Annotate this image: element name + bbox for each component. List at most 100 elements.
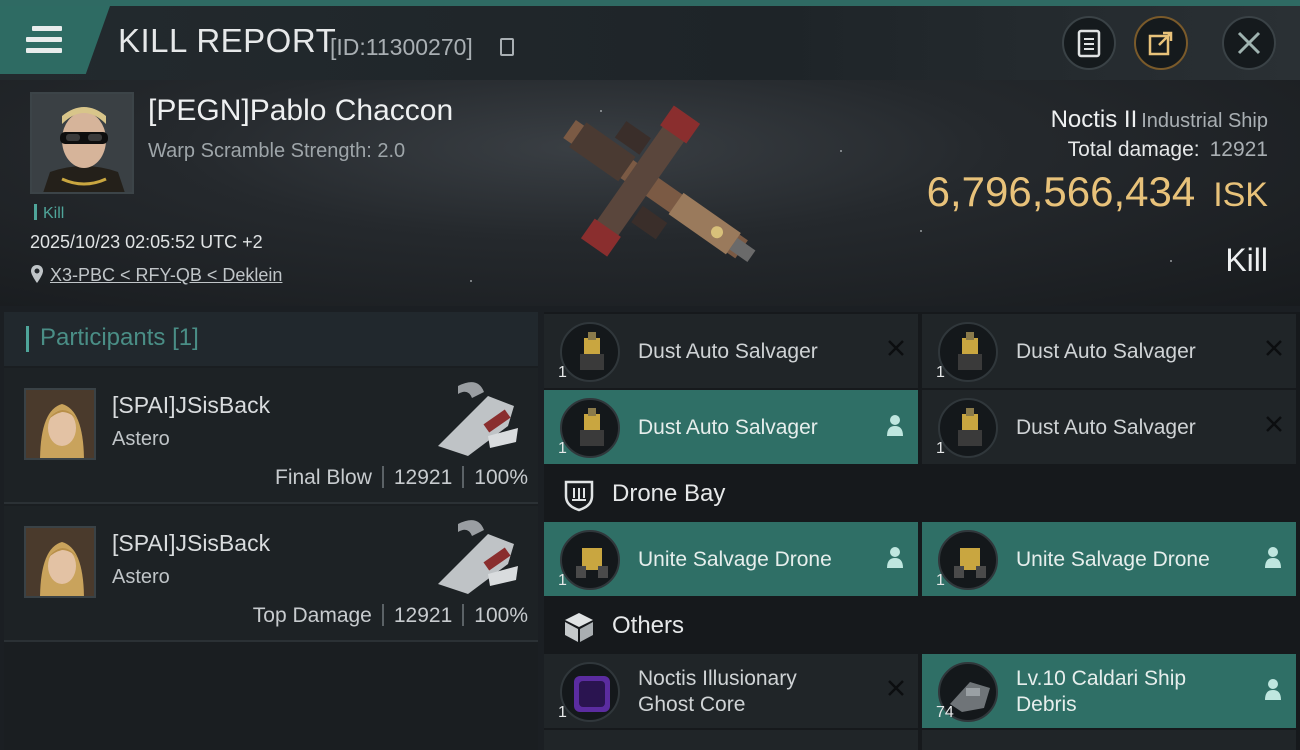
- result-label: Kill: [1225, 242, 1268, 278]
- cargo-slot-partial[interactable]: [544, 730, 918, 750]
- notes-button[interactable]: [1062, 16, 1116, 70]
- ship-render: [563, 105, 756, 263]
- share-button[interactable]: [1134, 16, 1188, 70]
- item-qty: 74: [936, 704, 954, 721]
- salvager-icon: [938, 398, 998, 458]
- cargo-slot[interactable]: 1 Noctis Illusionary Ghost Core: [544, 654, 918, 728]
- ship-class: Industrial Ship: [1141, 110, 1268, 132]
- drone-slot[interactable]: 1 Unite Salvage Drone: [922, 522, 1296, 596]
- participant-avatar[interactable]: [24, 388, 96, 460]
- others-header: Others: [544, 598, 1300, 654]
- cargo-slot-partial[interactable]: [922, 730, 1296, 750]
- item-name-line2: Debris: [1016, 693, 1077, 716]
- drone-bay-icon: [564, 480, 594, 512]
- item-name: Dust Auto Salvager: [1016, 340, 1196, 363]
- item-name: Unite Salvage Drone: [1016, 548, 1210, 571]
- item-slot[interactable]: 1 Dust Auto Salvager: [922, 390, 1296, 464]
- drone-bay-title: Drone Bay: [612, 480, 726, 507]
- destroyed-icon: [888, 680, 904, 696]
- dropped-person-icon: [1265, 547, 1281, 568]
- location-pin-icon: [31, 265, 43, 283]
- total-damage-value: 12921: [1209, 138, 1268, 161]
- item-name: Dust Auto Salvager: [638, 416, 818, 439]
- warp-scramble-strength: Warp Scramble Strength: 2.0: [148, 140, 406, 162]
- participant-row[interactable]: [SPAI]JSisBack Astero Final Blow 12921 100…: [4, 368, 538, 504]
- isk-unit: ISK: [1213, 176, 1268, 214]
- item-name: Noctis Illusionary Ghost Core: [638, 666, 797, 718]
- participant-name[interactable]: [SPAI]JSisBack: [112, 392, 270, 419]
- drone-bay-header: Drone Bay: [544, 466, 1300, 522]
- cargo-slot[interactable]: 74 Lv.10 Caldari Ship Debris: [922, 654, 1296, 728]
- item-name-line2: Ghost Core: [638, 693, 746, 716]
- isk-amount: 6,796,566,434: [926, 168, 1196, 215]
- participants-title-text: Participants: [40, 324, 166, 351]
- salvager-icon: [560, 322, 620, 382]
- victim-panel: [PEGN]Pablo Chaccon Warp Scramble Streng…: [0, 80, 1300, 306]
- participant-ship-icon: [438, 382, 518, 456]
- item-slot[interactable]: 1 Dust Auto Salvager: [922, 314, 1296, 388]
- ghost-core-icon: [560, 662, 620, 722]
- hamburger-icon: [26, 26, 62, 54]
- kill-tag-label: Kill: [43, 205, 65, 222]
- participant-row[interactable]: [SPAI]JSisBack Astero Top Damage 12921 100…: [4, 506, 538, 642]
- participant-percent: 100%: [474, 604, 528, 627]
- salvage-drone-icon: [938, 530, 998, 590]
- participant-avatar[interactable]: [24, 526, 96, 598]
- dropped-person-icon: [887, 547, 903, 568]
- location-link[interactable]: X3-PBC < RFY-QB < Deklein: [50, 265, 282, 285]
- item-name-line1: Noctis Illusionary: [638, 667, 797, 690]
- drone-slot[interactable]: 1 Unite Salvage Drone: [544, 522, 918, 596]
- cargo-box-icon: [565, 613, 593, 642]
- page-title: KILL REPORT: [118, 22, 337, 59]
- participant-stats: Final Blow 12921 100%: [275, 466, 528, 490]
- kill-datetime: 2025/10/23 02:05:52 UTC +2: [30, 232, 263, 252]
- clipboard-icon: [1077, 29, 1101, 58]
- item-qty: 1: [936, 440, 945, 457]
- item-qty: 1: [558, 704, 567, 721]
- items-panel: 1 Dust Auto Salvager 1 Dust Auto Salvage…: [544, 312, 1300, 750]
- item-qty: 1: [558, 572, 567, 589]
- participants-count: [1]: [172, 324, 199, 351]
- participant-damage: 12921: [393, 604, 453, 627]
- participant-damage: 12921: [393, 466, 453, 489]
- item-name: Lv.10 Caldari Ship Debris: [1016, 666, 1186, 718]
- item-name: Dust Auto Salvager: [1016, 416, 1196, 439]
- share-icon: [1148, 31, 1173, 56]
- close-button[interactable]: [1222, 16, 1276, 70]
- victim-portrait[interactable]: [30, 92, 134, 194]
- header-bar: KILL REPORT [ID:11300270]: [0, 6, 1300, 80]
- participant-stats: Top Damage 12921 100%: [253, 604, 528, 628]
- destroyed-icon: [1266, 416, 1282, 432]
- copy-id-icon[interactable]: [500, 38, 514, 56]
- item-slot[interactable]: 1 Dust Auto Salvager: [544, 314, 918, 388]
- participant-role: Final Blow: [275, 466, 372, 489]
- total-damage-label: Total damage:: [1067, 138, 1200, 161]
- participants-panel: Participants [1] [SPAI]JSisBack Astero F…: [4, 312, 538, 750]
- item-slot[interactable]: 1 Dust Auto Salvager: [544, 390, 918, 464]
- ship-name[interactable]: Noctis II Industrial Ship: [1051, 106, 1268, 134]
- participant-name[interactable]: [SPAI]JSisBack: [112, 530, 270, 557]
- ship-name-text: Noctis II: [1050, 106, 1138, 133]
- participants-title: Participants [1]: [40, 324, 199, 352]
- salvager-icon: [938, 322, 998, 382]
- kill-location[interactable]: X3-PBC < RFY-QB < Deklein: [30, 264, 282, 286]
- menu-button[interactable]: [0, 6, 110, 74]
- isk-value: 6,796,566,434 ISK: [927, 168, 1268, 216]
- item-name: Unite Salvage Drone: [638, 548, 832, 571]
- total-damage: Total damage: 12921: [1068, 138, 1268, 162]
- participants-header: Participants [1]: [4, 312, 538, 366]
- kill-tag: Kill: [34, 204, 64, 223]
- others-title: Others: [612, 612, 685, 639]
- victim-name[interactable]: [PEGN]Pablo Chaccon: [148, 94, 453, 128]
- participant-ship: Astero: [112, 428, 170, 450]
- item-qty: 1: [936, 572, 945, 589]
- item-qty: 1: [936, 364, 945, 381]
- destroyed-icon: [1266, 340, 1282, 356]
- salvager-icon: [560, 398, 620, 458]
- item-qty: 1: [558, 440, 567, 457]
- dropped-person-icon: [1265, 679, 1281, 700]
- salvage-drone-icon: [560, 530, 620, 590]
- item-name: Dust Auto Salvager: [638, 340, 818, 363]
- participant-ship-icon: [438, 520, 518, 594]
- item-name-line1: Lv.10 Caldari Ship: [1016, 667, 1187, 690]
